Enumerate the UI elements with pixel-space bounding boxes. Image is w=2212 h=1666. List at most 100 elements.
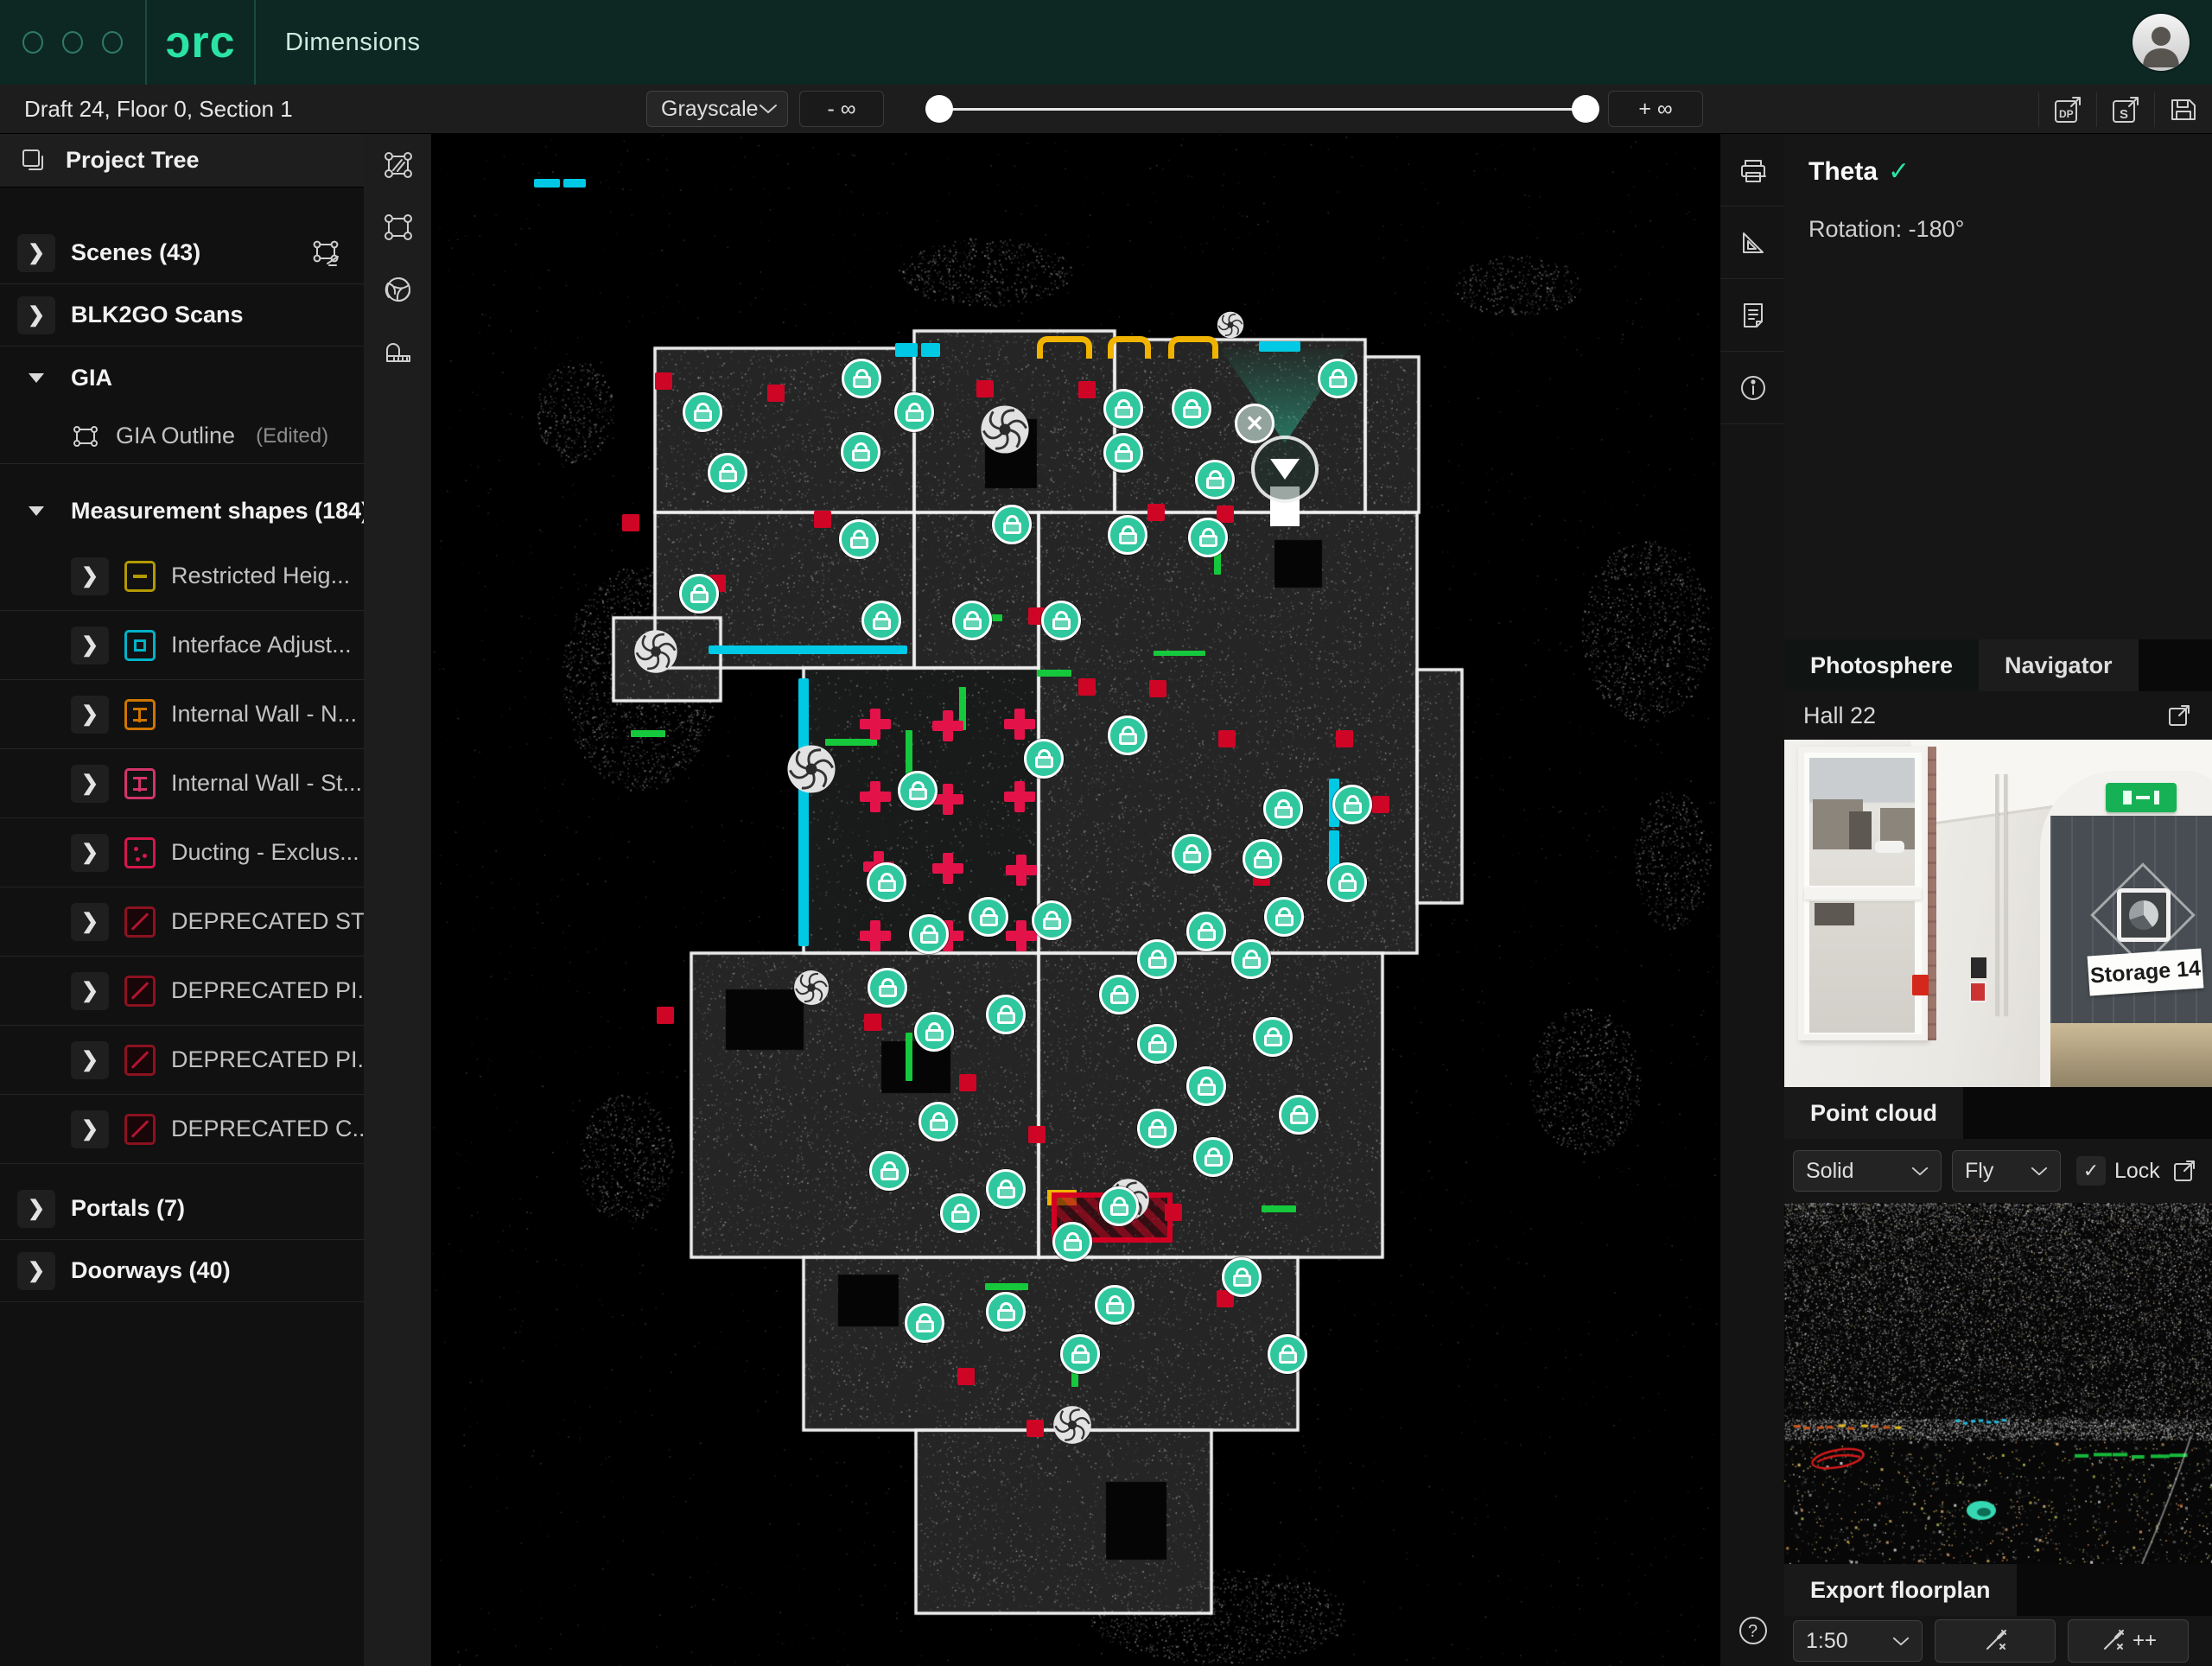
photosphere-marker[interactable] xyxy=(1263,789,1303,829)
photosphere-tool-icon[interactable] xyxy=(364,258,432,321)
photosphere-marker[interactable] xyxy=(1052,1222,1092,1262)
sidebar-item-measurement-shapes[interactable]: Measurement shapes (184) xyxy=(0,480,364,542)
photosphere-marker[interactable] xyxy=(861,601,901,640)
photosphere-marker[interactable] xyxy=(969,897,1008,937)
photosphere-marker[interactable] xyxy=(894,392,934,432)
open-external-icon[interactable] xyxy=(2171,1157,2198,1185)
chevron-down-icon[interactable] xyxy=(17,359,55,397)
photosphere-marker[interactable] xyxy=(952,601,992,640)
window-control-icon[interactable] xyxy=(102,31,123,54)
set-square-icon[interactable] xyxy=(1720,207,1785,279)
photosphere-marker[interactable] xyxy=(1172,834,1211,874)
sidebar-item-ducting[interactable]: ❯ Ducting - Exclus... xyxy=(0,818,364,887)
photosphere-marker[interactable] xyxy=(868,968,907,1008)
project-tree-header[interactable]: Project Tree xyxy=(0,134,364,188)
export-dp-button[interactable]: DP xyxy=(2048,90,2088,130)
photosphere-marker[interactable] xyxy=(992,505,1032,544)
photosphere-marker[interactable] xyxy=(1172,389,1211,429)
chevron-right-icon[interactable]: ❯ xyxy=(17,1190,55,1228)
selected-photosphere-marker[interactable] xyxy=(1251,436,1319,503)
window-control-icon[interactable] xyxy=(22,31,43,54)
lock-checkbox[interactable]: ✓ Lock xyxy=(2076,1156,2160,1186)
notes-icon[interactable] xyxy=(1720,279,1785,352)
sidebar-item-deprecated-c[interactable]: ❯ DEPRECATED C... xyxy=(0,1095,364,1164)
help-icon[interactable]: ? xyxy=(1720,1600,1785,1661)
photosphere-marker[interactable] xyxy=(940,1193,980,1233)
nav-mode-select[interactable]: Fly xyxy=(1952,1150,2061,1192)
photosphere-marker[interactable] xyxy=(1193,1137,1233,1177)
photosphere-marker[interactable] xyxy=(1137,939,1177,979)
photosphere-marker[interactable] xyxy=(679,574,719,614)
open-external-icon[interactable] xyxy=(2165,702,2193,729)
photosphere-marker[interactable] xyxy=(1103,433,1143,473)
photosphere-marker[interactable] xyxy=(1264,897,1304,937)
photosphere-marker[interactable] xyxy=(1108,515,1147,555)
render-mode-select[interactable]: Solid xyxy=(1793,1150,1942,1192)
chevron-right-icon[interactable]: ❯ xyxy=(71,834,109,872)
photosphere-marker[interactable] xyxy=(898,771,938,811)
photosphere-marker[interactable] xyxy=(1024,739,1064,779)
photosphere-marker[interactable] xyxy=(1279,1095,1319,1135)
photosphere-marker[interactable] xyxy=(1332,785,1372,824)
photosphere-marker[interactable] xyxy=(986,1292,1026,1332)
photosphere-marker[interactable] xyxy=(986,1169,1026,1209)
photosphere-marker[interactable] xyxy=(1268,1334,1307,1374)
photosphere-marker[interactable] xyxy=(1137,1109,1177,1148)
sidebar-item-deprecated-st[interactable]: ❯ DEPRECATED ST... xyxy=(0,887,364,957)
sidebar-item-gia-outline[interactable]: GIA Outline(Edited) xyxy=(0,409,364,464)
chevron-right-icon[interactable]: ❯ xyxy=(71,903,109,941)
tab-navigator[interactable]: Navigator xyxy=(1979,639,2139,691)
min-infinity-button[interactable]: - ∞ xyxy=(799,91,884,127)
chevron-right-icon[interactable]: ❯ xyxy=(71,1041,109,1079)
export-s-button[interactable]: S xyxy=(2106,90,2145,130)
auto-generate-plus-button[interactable]: ++ xyxy=(2068,1619,2189,1663)
photosphere-marker[interactable] xyxy=(1108,715,1147,755)
edit-scenes-outline-icon[interactable] xyxy=(310,236,345,270)
slider-handle-max[interactable] xyxy=(1572,95,1599,123)
max-infinity-button[interactable]: + ∞ xyxy=(1608,91,1703,127)
measure-tape-tool-icon[interactable] xyxy=(364,321,432,383)
chevron-right-icon[interactable]: ❯ xyxy=(71,972,109,1010)
photosphere-marker[interactable] xyxy=(1195,460,1235,499)
photosphere-marker[interactable] xyxy=(869,1151,909,1191)
user-avatar[interactable] xyxy=(2133,14,2190,71)
photosphere-marker[interactable] xyxy=(1186,912,1226,951)
photosphere-marker[interactable] xyxy=(914,1012,954,1052)
scale-select[interactable]: 1:50 xyxy=(1793,1620,1923,1662)
colormap-select[interactable]: Grayscale xyxy=(646,91,788,127)
tab-export-floorplan[interactable]: Export floorplan xyxy=(1784,1564,2017,1616)
chevron-right-icon[interactable]: ❯ xyxy=(17,1252,55,1290)
sidebar-item-blk2go[interactable]: ❯ BLK2GO Scans xyxy=(0,284,364,347)
chevron-right-icon[interactable]: ❯ xyxy=(17,296,55,334)
photosphere-marker[interactable] xyxy=(1099,1186,1139,1226)
photosphere-marker[interactable] xyxy=(1188,518,1228,557)
window-control-icon[interactable] xyxy=(62,31,83,54)
polygon-tool-icon[interactable] xyxy=(364,196,432,258)
save-icon[interactable] xyxy=(2164,90,2203,130)
photosphere-preview[interactable]: Storage 14 xyxy=(1784,740,2212,1087)
sidebar-item-gia[interactable]: GIA xyxy=(0,347,364,409)
photosphere-marker[interactable] xyxy=(842,359,881,398)
slider-handle-min[interactable] xyxy=(925,95,953,123)
photosphere-marker[interactable] xyxy=(867,862,906,902)
floorplan-canvas[interactable]: ✕ xyxy=(432,134,1719,1666)
photosphere-marker[interactable] xyxy=(1099,975,1139,1014)
photosphere-marker[interactable] xyxy=(1253,1017,1293,1057)
sidebar-item-internal-wall-st[interactable]: ❯ Internal Wall - St... xyxy=(0,749,364,818)
range-slider[interactable] xyxy=(939,108,1586,111)
sidebar-item-deprecated-pi-1[interactable]: ❯ DEPRECATED PI... xyxy=(0,957,364,1026)
sidebar-item-interface-adjust[interactable]: ❯ Interface Adjust... xyxy=(0,611,364,680)
window-controls[interactable] xyxy=(0,31,145,54)
photosphere-marker[interactable] xyxy=(841,432,880,472)
print-icon[interactable] xyxy=(1720,134,1785,207)
photosphere-marker[interactable] xyxy=(1095,1285,1135,1325)
sidebar-item-doorways[interactable]: ❯ Doorways (40) xyxy=(0,1240,364,1302)
photosphere-marker[interactable] xyxy=(1032,900,1071,940)
sidebar-item-internal-wall-n[interactable]: ❯ Internal Wall - N... xyxy=(0,680,364,749)
photosphere-marker[interactable] xyxy=(1137,1024,1177,1064)
photosphere-marker[interactable] xyxy=(986,995,1026,1034)
sidebar-item-restricted-height[interactable]: ❯ Restricted Heig... xyxy=(0,542,364,611)
chevron-down-icon[interactable] xyxy=(17,492,55,530)
photosphere-marker[interactable] xyxy=(909,914,949,954)
chevron-right-icon[interactable]: ❯ xyxy=(71,696,109,734)
